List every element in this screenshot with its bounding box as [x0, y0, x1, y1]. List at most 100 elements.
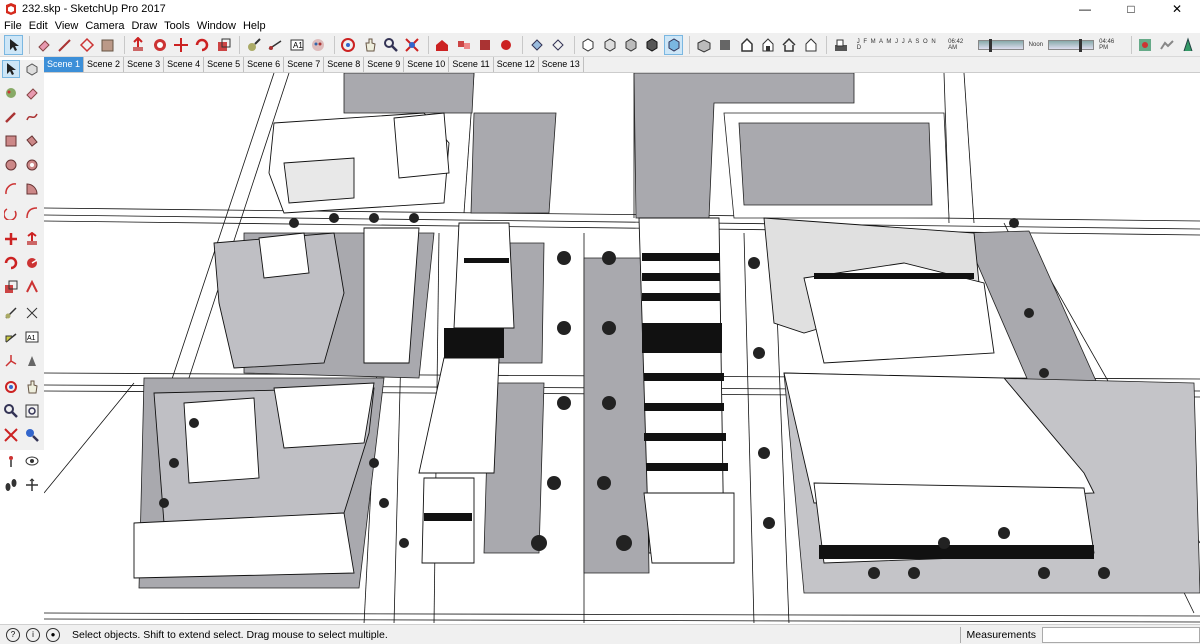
back-view-icon[interactable]	[780, 35, 799, 55]
extension-icon[interactable]	[497, 35, 516, 55]
wireframe-style-icon[interactable]	[548, 35, 567, 55]
section-plane-icon[interactable]	[23, 476, 41, 494]
tab-scene-4[interactable]: Scene 4	[164, 57, 205, 72]
eraser-icon[interactable]	[34, 35, 53, 55]
menu-help[interactable]: Help	[241, 20, 271, 32]
dimension-icon[interactable]	[23, 304, 41, 322]
menu-file[interactable]: File	[2, 20, 27, 32]
measurements-input[interactable]	[1042, 627, 1200, 643]
freehand-icon[interactable]	[23, 108, 41, 126]
arc-3point-icon[interactable]	[2, 204, 20, 222]
warehouse-icon[interactable]	[433, 35, 452, 55]
walk-icon[interactable]	[2, 476, 20, 494]
paint-bucket-icon[interactable]	[98, 35, 117, 55]
photo-texture-icon[interactable]	[1178, 35, 1197, 55]
scale-icon[interactable]	[2, 278, 20, 296]
polygon-icon[interactable]	[23, 156, 41, 174]
previous-view-icon[interactable]	[23, 426, 41, 444]
time-slider[interactable]	[977, 38, 1024, 52]
rectangle-icon[interactable]	[2, 132, 20, 150]
close-button[interactable]: ✕	[1154, 0, 1200, 18]
tab-scene-5[interactable]: Scene 5	[204, 57, 245, 72]
add-location-icon[interactable]	[1136, 35, 1155, 55]
iso-view-icon[interactable]	[694, 35, 713, 55]
components-icon[interactable]	[454, 35, 473, 55]
paint-icon[interactable]	[308, 35, 327, 55]
rotate-icon[interactable]	[193, 35, 212, 55]
scale-icon[interactable]	[214, 35, 233, 55]
tab-scene-2[interactable]: Scene 2	[84, 57, 125, 72]
position-camera-icon[interactable]	[2, 452, 20, 470]
tab-scene-12[interactable]: Scene 12	[494, 57, 539, 72]
zoom-icon[interactable]	[2, 402, 20, 420]
text-tool-icon[interactable]: A1	[287, 35, 306, 55]
top-view-icon[interactable]	[716, 35, 735, 55]
axes-icon[interactable]	[2, 352, 20, 370]
pan-icon[interactable]	[23, 378, 41, 396]
dimension-icon[interactable]	[266, 35, 285, 55]
geo-location-icon[interactable]: ?	[6, 627, 20, 642]
push-pull-icon[interactable]	[129, 35, 148, 55]
user-icon[interactable]: ●	[46, 627, 60, 642]
tab-scene-6[interactable]: Scene 6	[244, 57, 285, 72]
arc-2point-icon[interactable]	[23, 204, 41, 222]
shaded-textures-icon[interactable]	[621, 35, 640, 55]
menu-draw[interactable]: Draw	[129, 20, 162, 32]
hidden-line-icon[interactable]	[579, 35, 598, 55]
shadows-toggle-icon[interactable]	[831, 35, 850, 55]
push-pull-icon[interactable]	[23, 230, 41, 248]
xray-icon[interactable]	[664, 34, 684, 55]
eraser-icon[interactable]	[23, 84, 41, 102]
right-view-icon[interactable]	[758, 35, 777, 55]
menu-view[interactable]: View	[53, 20, 84, 32]
orbit-icon[interactable]	[2, 378, 20, 396]
circle-icon[interactable]	[2, 156, 20, 174]
tab-scene-9[interactable]: Scene 9	[364, 57, 405, 72]
pencil-icon[interactable]	[2, 108, 20, 126]
left-view-icon[interactable]	[801, 35, 820, 55]
tape-measure-icon[interactable]	[244, 35, 263, 55]
front-view-icon[interactable]	[737, 35, 756, 55]
tab-scene-3[interactable]: Scene 3	[124, 57, 165, 72]
rotated-rect-icon[interactable]	[23, 132, 41, 150]
maximize-button[interactable]: □	[1108, 0, 1154, 18]
shaded-icon[interactable]	[600, 35, 619, 55]
orbit-icon[interactable]	[339, 35, 358, 55]
move-icon[interactable]	[171, 35, 190, 55]
move-icon[interactable]	[2, 230, 20, 248]
xray-style-icon[interactable]	[527, 35, 546, 55]
tab-scene-1[interactable]: Scene 1	[44, 57, 85, 72]
protractor-icon[interactable]	[2, 328, 20, 346]
look-around-icon[interactable]	[23, 452, 41, 470]
zoom-icon[interactable]	[381, 35, 400, 55]
tab-scene-11[interactable]: Scene 11	[449, 57, 494, 72]
monochrome-icon[interactable]	[643, 35, 662, 55]
offset-icon[interactable]	[23, 278, 41, 296]
3d-text-icon[interactable]	[23, 352, 41, 370]
tab-scene-7[interactable]: Scene 7	[284, 57, 325, 72]
follow-me-icon[interactable]	[150, 35, 169, 55]
zoom-window-icon[interactable]	[23, 402, 41, 420]
shape-tool-icon[interactable]	[77, 35, 96, 55]
zoom-extents-icon[interactable]	[403, 35, 422, 55]
zoom-extents-icon[interactable]	[2, 426, 20, 444]
tape-measure-icon[interactable]	[2, 304, 20, 322]
date-slider[interactable]	[1048, 38, 1095, 52]
menu-window[interactable]: Window	[195, 20, 241, 32]
rotate-icon[interactable]	[2, 254, 20, 272]
line-tool-icon[interactable]	[56, 35, 75, 55]
minimize-button[interactable]: —	[1062, 0, 1108, 18]
menu-edit[interactable]: Edit	[27, 20, 53, 32]
share-model-icon[interactable]	[475, 35, 494, 55]
menu-camera[interactable]: Camera	[83, 20, 129, 32]
select-tool-icon[interactable]	[4, 34, 24, 55]
make-component-icon[interactable]	[23, 60, 41, 78]
tab-scene-13[interactable]: Scene 13	[539, 57, 584, 72]
menu-tools[interactable]: Tools	[162, 20, 195, 32]
credits-icon[interactable]: i	[26, 627, 40, 642]
pie-icon[interactable]	[23, 180, 41, 198]
follow-me-icon[interactable]	[23, 254, 41, 272]
model-viewport[interactable]	[44, 72, 1200, 623]
paint-bucket-icon[interactable]	[2, 84, 20, 102]
select-icon[interactable]	[2, 60, 20, 78]
